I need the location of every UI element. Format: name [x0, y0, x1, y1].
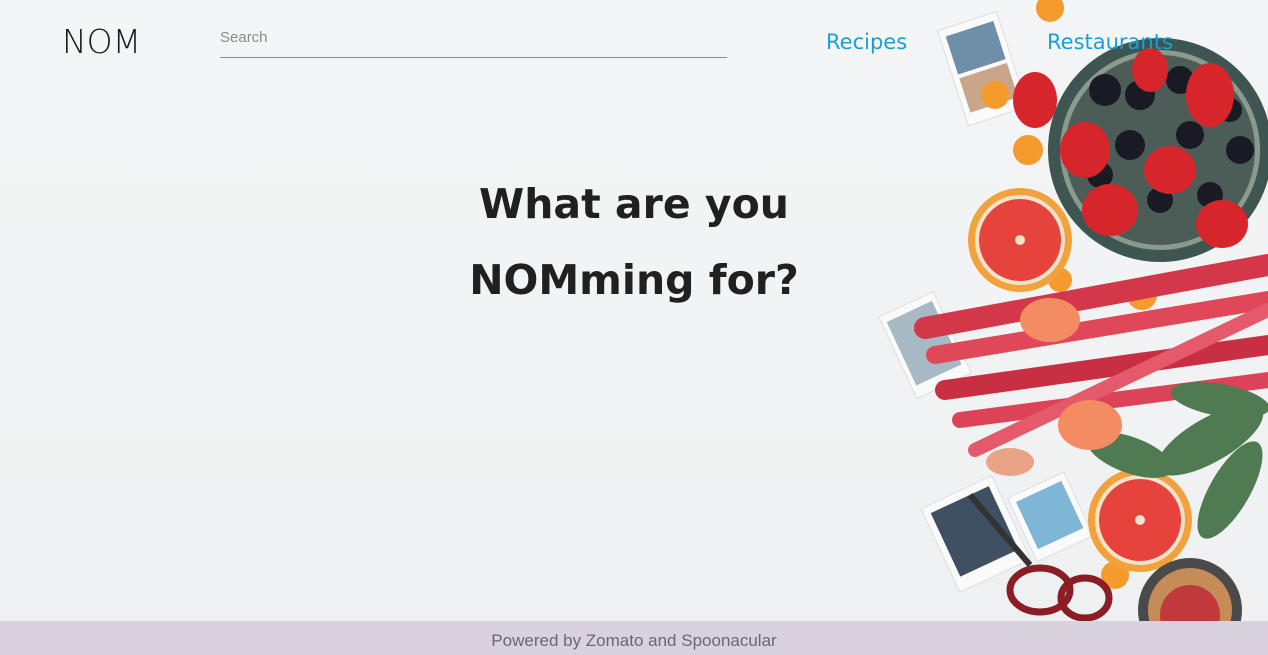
scissors: [967, 493, 1113, 622]
photo-card-left: [878, 290, 972, 400]
footer: Powered by Zomato and Spoonacular: [0, 621, 1268, 655]
search-input[interactable]: [220, 24, 727, 50]
photo-card-bottom: [920, 471, 1095, 593]
nav-link-recipes[interactable]: Recipes: [826, 30, 907, 54]
berry-bowl: [1013, 38, 1268, 262]
page: NOM Recipes Restaurants What are you NOM…: [0, 0, 1268, 655]
food-background-image: [878, 0, 1268, 655]
search-bar: [220, 24, 727, 58]
hero-line-1: What are you: [478, 180, 789, 228]
grapefruit-bottom: [1088, 468, 1192, 572]
photo-card-top: [936, 10, 1029, 127]
nav-link-restaurants[interactable]: Restaurants: [1047, 30, 1173, 54]
logo[interactable]: NOM: [62, 22, 141, 61]
rhubarb: [914, 254, 1268, 457]
kumquats: [981, 0, 1182, 622]
tulips: [986, 298, 1122, 476]
hero-line-2: NOMming for?: [469, 256, 799, 304]
grapefruit-top: [968, 188, 1072, 292]
hero-headline: What are you NOMming for?: [384, 166, 884, 318]
footer-text: Powered by Zomato and Spoonacular: [491, 631, 777, 650]
leaves: [1087, 382, 1268, 539]
